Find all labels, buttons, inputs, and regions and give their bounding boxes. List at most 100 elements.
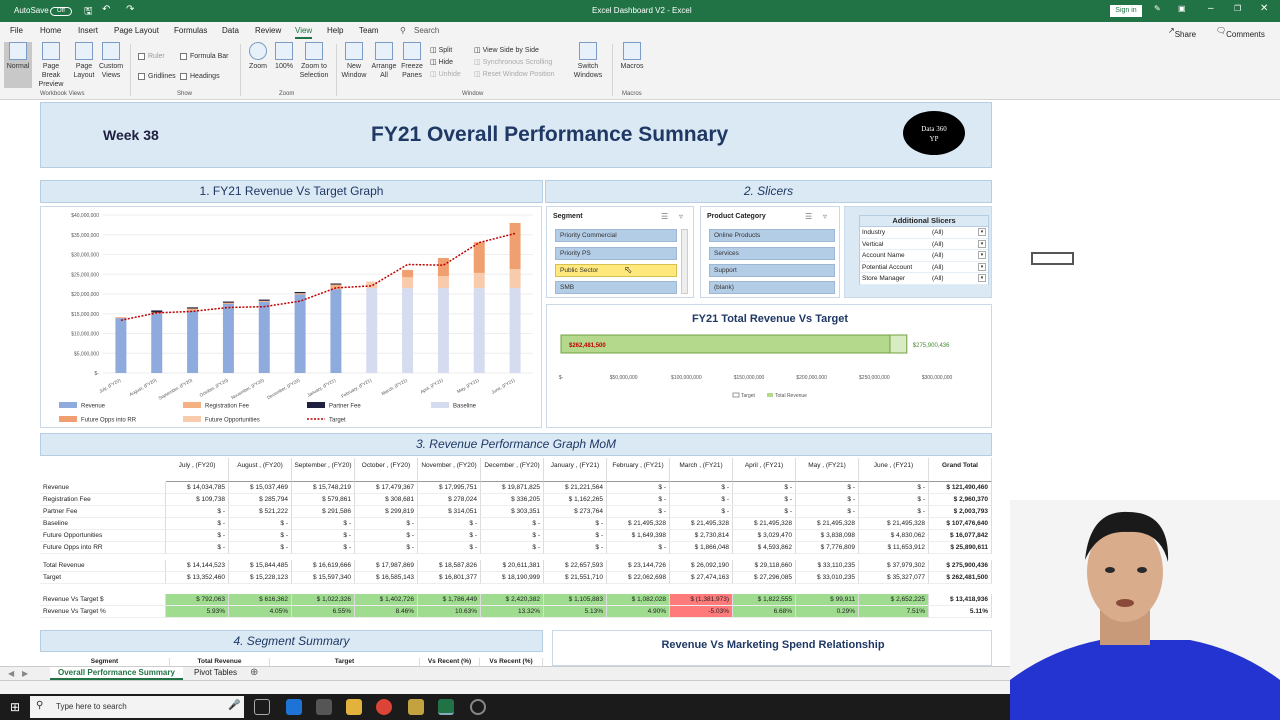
table-cell: $ 1,866,048 [670,542,733,554]
tab-file[interactable]: File [10,26,23,35]
zoom-100-button[interactable]: 100% [272,42,296,71]
filter-dropdown-icon[interactable]: ▾ [978,262,986,271]
additional-slicer-row[interactable]: Store Manager (All) ▾ [860,273,988,285]
ribbon-display-icon[interactable]: ▣ [1178,4,1186,13]
tab-team[interactable]: Team [359,26,379,35]
multi-select-icon[interactable]: ☰ [805,212,812,221]
restore-icon[interactable]: ❐ [1234,4,1241,13]
new-window-button[interactable]: New Window [340,42,368,80]
table-cell: $ 99,911 [796,594,859,606]
save-icon[interactable]: 🖫 [84,4,93,21]
normal-view-button[interactable]: Normal [4,42,32,88]
store-icon[interactable] [316,699,332,715]
headings-checkbox[interactable]: Headings [180,72,220,81]
sync-scroll-button[interactable]: ◫ Synchronous Scrolling [474,58,552,67]
table-cell: $ 291,586 [292,506,355,518]
side-by-side-button[interactable]: ◫ View Side by Side [474,46,539,55]
redo-icon[interactable]: ↷ [126,4,134,15]
pen-icon[interactable]: ✎ [1154,4,1161,13]
page-break-button[interactable]: Page Break Preview [34,42,68,89]
chrome-icon[interactable] [376,699,392,715]
freeze-panes-button[interactable]: Freeze Panes [398,42,426,80]
bar-segment [437,288,449,373]
filter-dropdown-icon[interactable]: ▾ [978,239,986,248]
ruler-checkbox[interactable]: Ruler [138,52,165,61]
table-cell: $ - [607,542,670,554]
filter-dropdown-icon[interactable]: ▾ [978,274,986,282]
bar-segment [294,293,306,295]
share-button[interactable]: ↗ Share [1168,26,1196,39]
slicer-item-smb[interactable]: SMB [555,281,677,294]
gridlines-checkbox[interactable]: Gridlines [138,72,176,81]
table-cell: $ 35,327,077 [859,572,929,584]
additional-slicer-row[interactable]: Account Name (All) ▾ [860,250,988,262]
filter-dropdown-icon[interactable]: ▾ [978,228,986,236]
undo-icon[interactable]: ↶ [102,4,110,15]
file-explorer-icon[interactable] [346,699,362,715]
hide-button[interactable]: ◫ Hide [430,58,453,67]
filter-dropdown-icon[interactable]: ▾ [978,251,986,259]
taskbar-search-box[interactable]: ⚲ Type here to search 🎤 [30,696,244,718]
excel-icon[interactable] [438,699,454,715]
table-cell: $ 109,738 [166,494,229,506]
slicer-item-support[interactable]: Support [709,264,835,277]
tab-page-layout[interactable]: Page Layout [114,26,159,35]
sign-in-button[interactable]: Sign in [1110,5,1142,17]
windows-start-icon[interactable]: ⊞ [10,700,20,714]
edge-icon[interactable] [286,699,302,715]
macros-button[interactable]: Macros [618,42,646,71]
tab-help[interactable]: Help [327,26,343,35]
headings-check-icon [180,72,187,80]
slicer-item-blank[interactable]: (blank) [709,281,835,294]
table-cell: $ 16,077,842 [929,530,992,542]
switch-windows-button[interactable]: Switch Windows [570,42,606,80]
clear-filter-icon[interactable]: ▿ [679,212,683,221]
multi-select-icon[interactable]: ☰ [661,212,668,221]
tab-formulas[interactable]: Formulas [174,26,207,35]
clear-filter-icon[interactable]: ▿ [823,212,827,221]
unhide-button[interactable]: ◫ Unhide [430,70,461,79]
next-sheet-icon[interactable]: ▶ [22,669,28,678]
tab-review[interactable]: Review [255,26,281,35]
slicer-item-public-sector[interactable]: Public Sector [555,264,677,277]
tell-me-search[interactable]: Search [414,26,439,35]
split-button[interactable]: ◫ Split [430,46,452,55]
zoom-button[interactable]: Zoom [246,42,270,71]
additional-slicer-row[interactable]: Industry (All) ▾ [860,227,988,239]
autosave-toggle[interactable]: Off [50,7,72,16]
slicer-item-priority-commercial[interactable]: Priority Commercial [555,229,677,242]
tab-data[interactable]: Data [222,26,239,35]
zoom-selection-button[interactable]: Zoom to Selection [298,42,330,80]
formula-bar-checkbox[interactable]: Formula Bar [180,52,229,61]
revenue-chart-svg: $- $5,000,000 $10,000,000 $15,000,000 $20,00… [59,213,533,424]
folder-icon[interactable] [408,699,424,715]
tab-insert[interactable]: Insert [78,26,98,35]
table-cell: $ - [544,542,607,554]
custom-views-button[interactable]: Custom Views [98,42,124,80]
page-break-icon [42,42,60,60]
prev-sheet-icon[interactable]: ◀ [8,669,14,678]
arrange-all-button[interactable]: Arrange All [370,42,398,80]
minimize-icon[interactable]: – [1208,3,1214,14]
sheet-tab-overall[interactable]: Overall Performance Summary [50,667,183,680]
task-view-icon[interactable] [254,699,270,715]
tab-view[interactable]: View [295,26,313,39]
tab-home[interactable]: Home [40,26,61,35]
sheet-tab-pivot[interactable]: Pivot Tables [194,668,237,677]
comments-button[interactable]: 🗨 Comments [1216,26,1265,39]
table-cell: $ 18,587,826 [418,560,481,572]
slicer-item-online-products[interactable]: Online Products [709,229,835,242]
y-tick-label: $35,000,000 [71,233,99,239]
close-icon[interactable]: ✕ [1260,3,1268,14]
slicer-item-priority-ps[interactable]: Priority PS [555,247,677,260]
reset-position-button[interactable]: ◫ Reset Window Position [474,70,555,79]
selected-cell[interactable] [1031,252,1074,265]
recorder-icon[interactable] [470,699,486,715]
bar-segment [258,300,270,302]
additional-slicer-row[interactable]: Vertical (All) ▾ [860,239,988,250]
slicer-scrollbar[interactable] [681,229,688,294]
additional-slicer-row[interactable]: Potential Account (All) ▾ [860,262,988,273]
slicer-item-services[interactable]: Services [709,247,835,260]
add-sheet-icon[interactable]: ⊕ [250,667,258,678]
page-layout-button[interactable]: Page Layout [72,42,96,80]
